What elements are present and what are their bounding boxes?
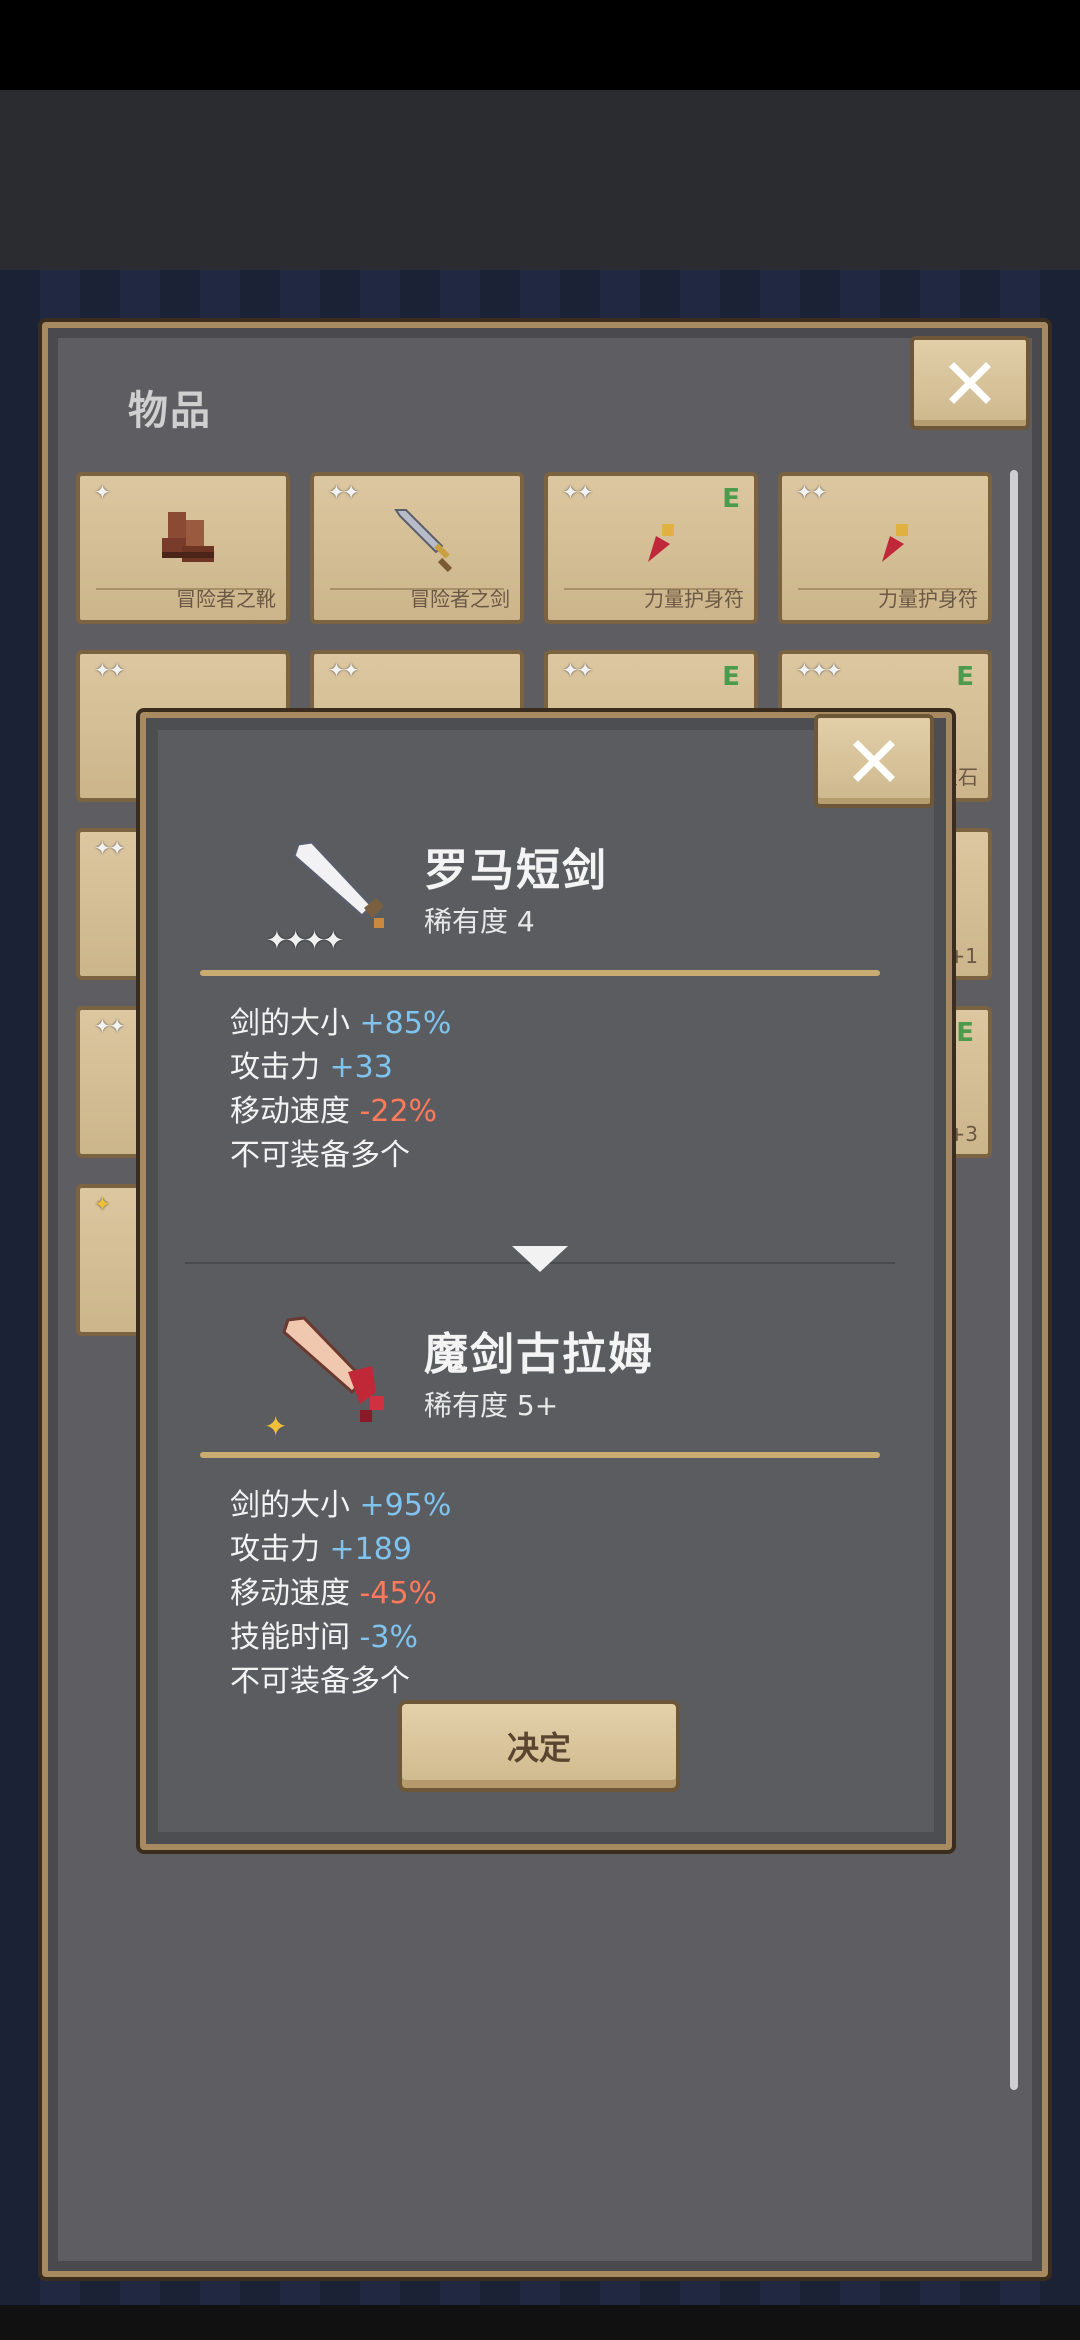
inventory-slot[interactable]: ✦✦ 力量护身符: [778, 472, 992, 624]
rarity-stars: ✦✦: [94, 658, 125, 682]
inventory-slot[interactable]: ✦✦ 冒险者之剑: [310, 472, 524, 624]
stat-row: 剑的大小 +95%: [230, 1480, 451, 1524]
stat-row: 移动速度 -22%: [230, 1086, 437, 1130]
rarity-stars: ✦: [94, 480, 111, 504]
navigation-bar: [0, 2305, 1080, 2340]
item-name: 力量护身符: [878, 587, 978, 611]
equipped-badge: E: [722, 484, 740, 514]
inventory-close-button[interactable]: [910, 336, 1030, 430]
stat-label: 移动速度: [230, 1094, 350, 1129]
rarity-stars: ✦✦✦: [796, 658, 842, 682]
stat-label: 剑的大小: [230, 1006, 350, 1041]
inventory-title: 物品: [128, 388, 212, 434]
stat-value: +85%: [359, 1006, 452, 1041]
rarity-stars: ✦✦: [94, 836, 125, 860]
inventory-scrollbar[interactable]: [1010, 470, 1018, 2090]
item-name: 力量护身符: [644, 587, 744, 611]
amulet-icon: [882, 524, 908, 562]
item-name: +3: [948, 1122, 978, 1146]
stat-label: 不可装备多个: [230, 1138, 410, 1173]
stat-row: 不可装备多个: [230, 1130, 410, 1174]
item-name: 冒险者之靴: [176, 587, 276, 611]
rarity-stars: ✦✦: [796, 480, 827, 504]
boots-icon: [162, 512, 214, 562]
stat-value: +189: [329, 1532, 412, 1567]
stat-label: 攻击力: [230, 1532, 320, 1567]
stat-label: 攻击力: [230, 1050, 320, 1085]
stat-label: 移动速度: [230, 1576, 350, 1611]
stat-label: 技能时间: [230, 1620, 350, 1655]
stat-row: 攻击力 +189: [230, 1524, 412, 1568]
rarity-stars: ✦✦: [562, 480, 593, 504]
stat-row: 技能时间 -3%: [230, 1612, 418, 1656]
inventory-slot[interactable]: ✦✦ E 力量护身符: [544, 472, 758, 624]
stat-value: -22%: [359, 1094, 438, 1129]
new-item-name: 魔剑古拉姆: [424, 1329, 654, 1380]
close-icon: [853, 740, 895, 782]
equipped-badge: E: [956, 662, 974, 692]
inventory-slot[interactable]: ✦ 冒险者之靴: [76, 472, 290, 624]
rarity-sparkle-icon: ✦: [264, 1410, 288, 1443]
stat-row: 剑的大小 +85%: [230, 998, 451, 1042]
stat-value: +33: [329, 1050, 393, 1085]
rarity-stars: ✦✦: [328, 480, 359, 504]
arrow-down-icon: [512, 1246, 568, 1272]
new-item-rarity: 稀有度 5+: [424, 1389, 559, 1422]
rarity-stars: ✦: [94, 1192, 111, 1216]
stat-row: 不可装备多个: [230, 1656, 410, 1700]
item-name: 冒险者之剑: [410, 587, 510, 611]
stat-row: 攻击力 +33: [230, 1042, 393, 1086]
stat-label: 不可装备多个: [230, 1664, 410, 1699]
amulet-icon: [648, 524, 674, 562]
sword-icon: [394, 509, 453, 573]
gold-divider: [200, 970, 880, 976]
rarity-stars: ✦✦: [328, 658, 359, 682]
stat-value: +95%: [359, 1488, 452, 1523]
stat-row: 移动速度 -45%: [230, 1568, 437, 1612]
dialog-close-button[interactable]: [814, 714, 934, 808]
demon-sword-gram-icon: [282, 1316, 384, 1422]
rarity-stars: ✦✦✦✦: [266, 926, 344, 956]
current-item-rarity: 稀有度 4: [424, 905, 535, 938]
game-header-strip: [0, 90, 1080, 270]
close-icon: [949, 362, 991, 404]
rarity-stars: ✦✦: [562, 658, 593, 682]
current-item-name: 罗马短剑: [424, 845, 608, 896]
status-bar: [0, 0, 1080, 90]
stat-value: -3%: [359, 1620, 418, 1655]
stat-value: -45%: [359, 1576, 438, 1611]
rarity-stars: ✦✦: [94, 1014, 125, 1038]
item-name: +1: [948, 944, 978, 968]
confirm-button[interactable]: 决定: [398, 1700, 680, 1792]
gold-divider: [200, 1452, 880, 1458]
equipped-badge: E: [722, 662, 740, 692]
equipped-badge: E: [956, 1018, 974, 1048]
stat-label: 剑的大小: [230, 1488, 350, 1523]
